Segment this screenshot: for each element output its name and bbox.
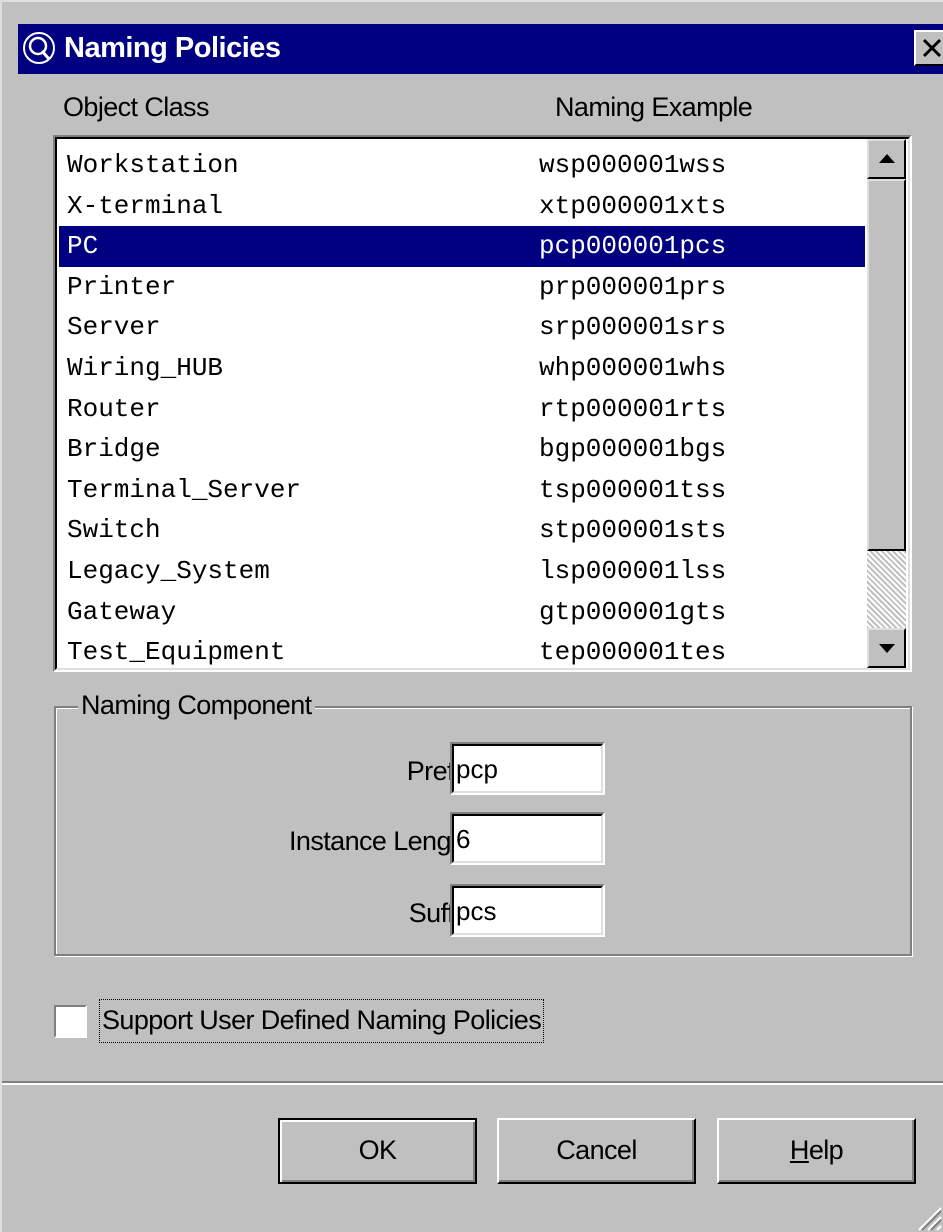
cancel-button[interactable]: Cancel bbox=[497, 1118, 696, 1184]
list-rows: Workstation wsp000001wss X-terminal xtp0000… bbox=[59, 145, 865, 673]
naming-example-cell: gtp000001gts bbox=[539, 596, 727, 627]
close-icon bbox=[922, 38, 942, 58]
list-item[interactable]: Wiring_HUB whp000001whs bbox=[59, 348, 865, 389]
object-class-cell: Test_Equipment bbox=[67, 637, 286, 668]
vertical-scrollbar[interactable] bbox=[867, 139, 906, 668]
list-item[interactable]: Test_Equipment tep000001tes bbox=[59, 632, 865, 673]
naming-example-cell: lsp000001lss bbox=[539, 555, 727, 586]
prefix-label: Prefix : bbox=[406, 756, 487, 786]
separator bbox=[2, 1081, 943, 1085]
list-item[interactable]: Bridge bgp000001bgs bbox=[59, 429, 865, 470]
instance-length-label: Instance Length : bbox=[289, 826, 487, 856]
naming-example-cell: pcp000001pcs bbox=[539, 231, 727, 262]
suffix-input[interactable]: pcs bbox=[450, 884, 605, 937]
object-class-cell: Gateway bbox=[67, 596, 177, 627]
instance-length-input[interactable]: 6 bbox=[450, 812, 605, 865]
column-header-naming-example: Naming Example bbox=[555, 92, 753, 122]
naming-example-cell: wsp000001wss bbox=[539, 150, 727, 180]
object-class-cell: Printer bbox=[67, 271, 177, 302]
list-item[interactable]: Legacy_System lsp000001lss bbox=[59, 551, 865, 592]
list-item[interactable]: Router rtp000001rts bbox=[59, 389, 865, 430]
object-class-cell: Workstation bbox=[67, 150, 239, 180]
object-class-cell: Switch bbox=[67, 515, 161, 546]
naming-example-cell: rtp000001rts bbox=[539, 393, 727, 424]
prefix-input[interactable]: pcp bbox=[450, 742, 605, 795]
column-header-object-class: Object Class bbox=[63, 92, 209, 122]
naming-example-cell: srp000001srs bbox=[539, 312, 727, 343]
object-class-list[interactable]: Workstation wsp000001wss X-terminal xtp0000… bbox=[53, 135, 912, 672]
list-item[interactable]: Terminal_Server tsp000001tss bbox=[59, 470, 865, 511]
support-user-defined-checkbox[interactable] bbox=[54, 1005, 87, 1038]
list-item[interactable]: PC pcp000001pcs bbox=[59, 226, 865, 267]
support-user-defined-label[interactable]: Support User Defined Naming Policies bbox=[99, 999, 545, 1043]
ok-button[interactable]: OK bbox=[278, 1118, 477, 1184]
object-class-cell: X-terminal bbox=[67, 190, 224, 221]
scroll-thumb[interactable] bbox=[867, 179, 906, 551]
list-item[interactable]: X-terminal xtp000001xts bbox=[59, 186, 865, 227]
group-legend: Naming Component bbox=[78, 688, 315, 722]
object-class-cell: Legacy_System bbox=[67, 555, 270, 586]
arrow-down-icon bbox=[879, 644, 895, 653]
window-title: Naming Policies bbox=[64, 32, 281, 64]
list-item[interactable]: Gateway gtp000001gts bbox=[59, 592, 865, 633]
scroll-down-button[interactable] bbox=[867, 628, 906, 668]
naming-example-cell: tsp000001tss bbox=[539, 474, 727, 505]
app-icon bbox=[23, 32, 55, 64]
object-class-cell: Router bbox=[67, 393, 161, 424]
title-bar[interactable]: Naming Policies bbox=[18, 24, 943, 74]
list-item[interactable]: Workstation wsp000001wss bbox=[59, 145, 865, 186]
object-class-cell: PC bbox=[67, 231, 99, 262]
help-button[interactable]: Help bbox=[717, 1118, 916, 1184]
list-item[interactable]: Switch stp000001sts bbox=[59, 510, 865, 551]
naming-example-cell: tep000001tes bbox=[539, 637, 727, 668]
naming-example-cell: bgp000001bgs bbox=[539, 434, 727, 465]
naming-example-cell: xtp000001xts bbox=[539, 190, 727, 221]
object-class-cell: Wiring_HUB bbox=[67, 352, 224, 383]
naming-component-group: Naming Component Prefix : pcp Instance L… bbox=[54, 688, 912, 956]
naming-example-cell: whp000001whs bbox=[539, 352, 727, 383]
list-item[interactable]: Server srp000001srs bbox=[59, 307, 865, 348]
object-class-cell: Bridge bbox=[67, 434, 161, 465]
resize-grip-icon[interactable] bbox=[913, 1202, 943, 1232]
close-button[interactable] bbox=[914, 30, 943, 66]
object-class-cell: Server bbox=[67, 312, 161, 343]
list-item[interactable]: Printer prp000001prs bbox=[59, 267, 865, 308]
arrow-up-icon bbox=[879, 154, 895, 163]
scroll-up-button[interactable] bbox=[867, 139, 906, 179]
naming-policies-dialog: Naming Policies Object Class Naming Exam… bbox=[0, 0, 943, 1232]
naming-example-cell: stp000001sts bbox=[539, 515, 727, 546]
object-class-cell: Terminal_Server bbox=[67, 474, 302, 505]
suffix-label: Suffix : bbox=[408, 898, 487, 928]
naming-example-cell: prp000001prs bbox=[539, 271, 727, 302]
